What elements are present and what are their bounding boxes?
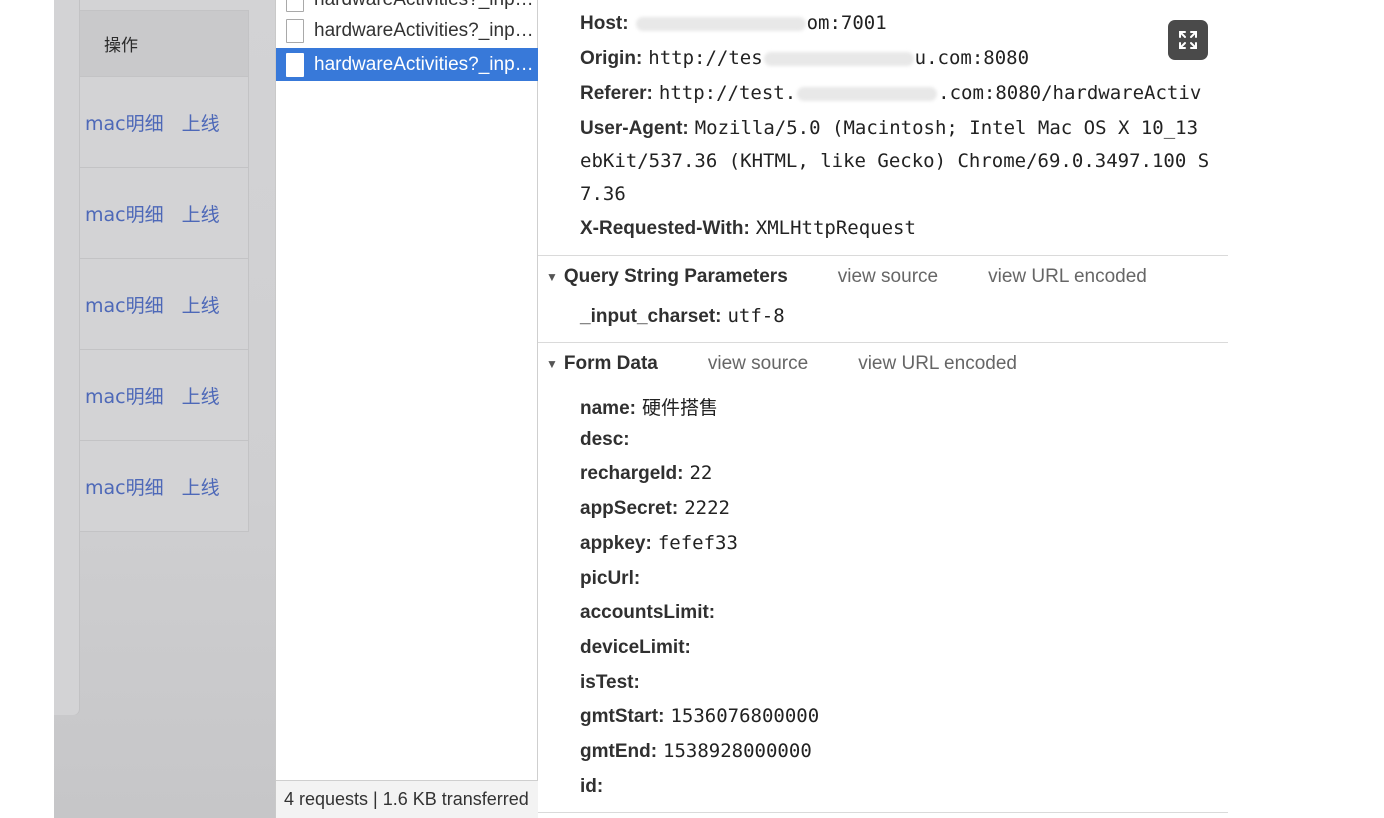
table-row: mac明细 上线 xyxy=(79,168,249,259)
form-field: picUrl: xyxy=(580,568,641,589)
online-link[interactable]: 上线 xyxy=(182,473,220,500)
triangle-down-icon[interactable]: ▼ xyxy=(546,270,558,284)
header-value: http://tes u.com:8080 xyxy=(648,47,1030,69)
file-icon xyxy=(286,0,304,12)
view-source-link[interactable]: view source xyxy=(838,266,938,288)
param-value: utf-8 xyxy=(727,305,785,327)
redacted-text xyxy=(635,16,806,31)
fullscreen-button[interactable] xyxy=(1168,20,1208,60)
request-row-selected[interactable]: hardwareActivities?_input_charset=utf-8 xyxy=(276,48,538,81)
page-card-edge xyxy=(54,0,79,715)
background-page-panel: 操作 mac明细 上线 mac明细 上线 mac明细 上线 mac明细 上线 m… xyxy=(54,0,275,818)
redacted-text xyxy=(763,51,914,66)
online-link[interactable]: 上线 xyxy=(182,109,220,136)
header-user-agent-line3: 7.36 xyxy=(580,183,626,205)
mac-detail-link[interactable]: mac明细 xyxy=(85,291,164,318)
section-divider xyxy=(538,812,1228,813)
header-user-agent: User-Agent: Mozilla/5.0 (Macintosh; Intel… xyxy=(580,117,1198,140)
header-referer: Referer: http://test. .com:8080/hardwareAc… xyxy=(580,82,1201,105)
header-key: X-Requested-With: xyxy=(580,218,750,239)
header-origin: Origin: http://tes u.com:8080 xyxy=(580,47,1029,70)
section-title: Query String Parameters xyxy=(563,266,788,287)
form-field: deviceLimit: xyxy=(580,637,691,658)
request-name: hardwareActivities?_input_charset=utf-8 xyxy=(314,0,534,11)
header-value: om:7001 xyxy=(635,12,887,34)
request-detail-panel: Host: om:7001 Origin: http://tes u.com:8080… xyxy=(538,0,1228,818)
header-host: Host: om:7001 xyxy=(580,12,887,35)
view-url-encoded-link[interactable]: view URL encoded xyxy=(858,353,1017,375)
form-field: appkey: fefef33 xyxy=(580,532,738,554)
header-key: Host: xyxy=(580,13,629,34)
redacted-text xyxy=(797,86,938,101)
online-link[interactable]: 上线 xyxy=(182,291,220,318)
section-divider xyxy=(538,255,1228,256)
param-key: _input_charset: xyxy=(580,306,722,327)
file-icon xyxy=(286,18,304,43)
mac-detail-link[interactable]: mac明细 xyxy=(85,109,164,136)
form-data-section-header[interactable]: ▼ Form Data view source view URL encoded xyxy=(546,353,1067,375)
mac-detail-link[interactable]: mac明细 xyxy=(85,382,164,409)
request-row[interactable]: hardwareActivities?_input_charset=utf-8 xyxy=(276,14,538,47)
requests-summary-bar: 4 requests | 1.6 KB transferred xyxy=(276,780,538,818)
view-source-link[interactable]: view source xyxy=(708,353,808,375)
request-name: hardwareActivities?_input_charset=utf-8 xyxy=(314,53,534,75)
mac-detail-link[interactable]: mac明细 xyxy=(85,200,164,227)
request-name: hardwareActivities?_input_charset=utf-8 xyxy=(314,19,534,41)
section-title: Form Data xyxy=(563,353,658,374)
header-value: Mozilla/5.0 (Macintosh; Intel Mac OS X 1… xyxy=(694,117,1199,139)
header-key: User-Agent: xyxy=(580,118,689,139)
expand-icon xyxy=(1179,31,1197,49)
form-field: appSecret: 2222 xyxy=(580,497,730,519)
header-value: XMLHttpRequest xyxy=(755,217,916,239)
table-row: mac明细 上线 xyxy=(79,259,249,350)
operations-column-header: 操作 xyxy=(79,10,249,77)
form-field: rechargeId: 22 xyxy=(580,462,713,484)
form-field: isTest: xyxy=(580,672,640,693)
online-link[interactable]: 上线 xyxy=(182,200,220,227)
header-value: http://test. .com:8080/hardwareActiv xyxy=(658,82,1202,104)
form-field: name: 硬件搭售 xyxy=(580,397,718,419)
mac-detail-link[interactable]: mac明细 xyxy=(85,473,164,500)
form-field: gmtStart: 1536076800000 xyxy=(580,705,820,727)
form-field: accountsLimit: xyxy=(580,602,716,623)
header-user-agent-line2: ebKit/537.36 (KHTML, like Gecko) Chrome/… xyxy=(580,150,1210,172)
online-link[interactable]: 上线 xyxy=(182,382,220,409)
header-key: Referer: xyxy=(580,83,653,104)
header-x-requested-with: X-Requested-With: XMLHttpRequest xyxy=(580,217,916,240)
query-param: _input_charset: utf-8 xyxy=(580,305,785,328)
table-row: mac明细 上线 xyxy=(79,350,249,441)
query-string-section-header[interactable]: ▼ Query String Parameters view source vi… xyxy=(546,266,1197,288)
view-url-encoded-link[interactable]: view URL encoded xyxy=(988,266,1147,288)
operations-table: 操作 mac明细 上线 mac明细 上线 mac明细 上线 mac明细 上线 m… xyxy=(79,10,249,532)
form-field: gmtEnd: 1538928000000 xyxy=(580,740,812,762)
table-row: mac明细 上线 xyxy=(79,77,249,168)
triangle-down-icon[interactable]: ▼ xyxy=(546,357,558,371)
file-icon xyxy=(286,52,304,77)
header-key: Origin: xyxy=(580,48,643,69)
table-row: mac明细 上线 xyxy=(79,441,249,532)
form-field: desc: xyxy=(580,429,630,450)
form-field: id: xyxy=(580,776,604,797)
section-divider xyxy=(538,342,1228,343)
network-request-list: hardwareActivities?_input_charset=utf-8 … xyxy=(275,0,538,818)
